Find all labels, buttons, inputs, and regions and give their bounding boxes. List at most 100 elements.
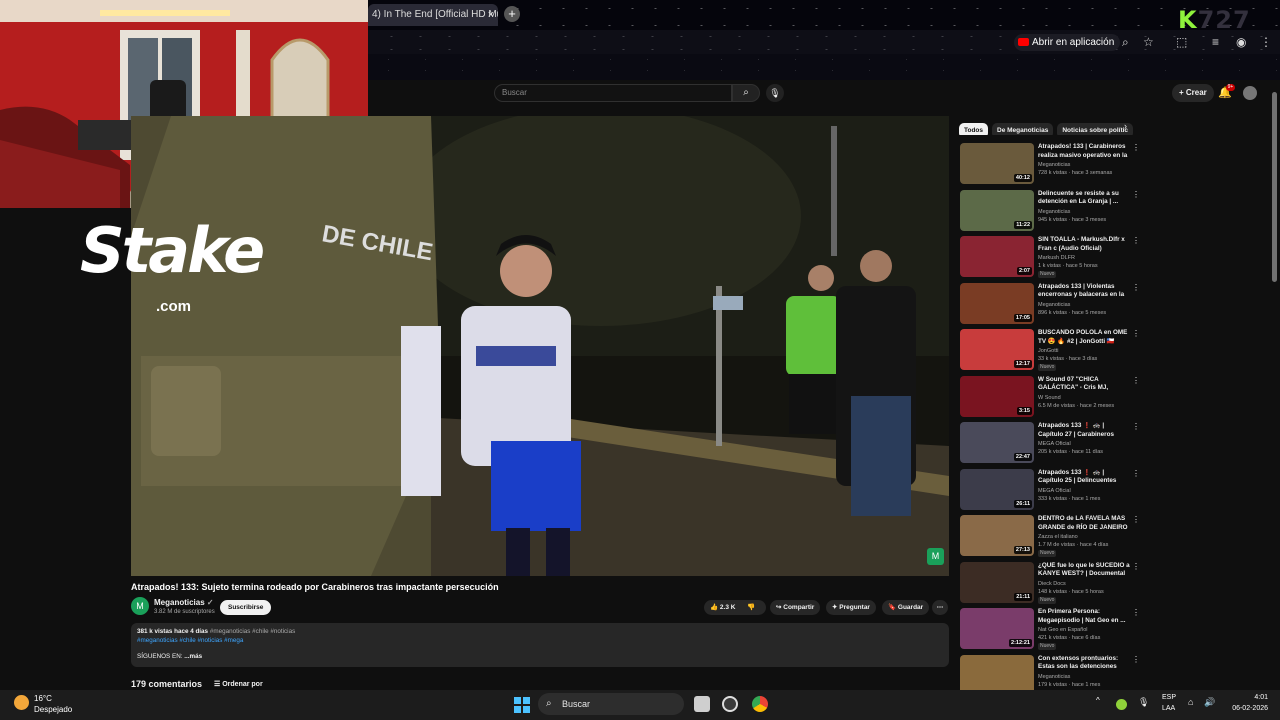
more-actions-icon[interactable]: ⋯: [932, 600, 948, 615]
bookmark-star-icon[interactable]: ☆: [1143, 35, 1154, 49]
browser-tab[interactable]: 4) In The End [Official HD Mu ×: [368, 4, 498, 26]
recommended-video[interactable]: 3:15 W Sound 07 "CHICA GALÁCTICA" - Cris …: [960, 375, 1145, 420]
recommended-channel[interactable]: MEGA Oficial: [1038, 441, 1071, 447]
chip-all[interactable]: Todos: [959, 123, 989, 135]
volume-icon[interactable]: 🔊: [1204, 697, 1215, 708]
recommended-title[interactable]: Atrapados 133 ❗ 🚓 | Capítulo 27 | Carabi…: [1038, 422, 1130, 439]
recommended-title[interactable]: Delincuente se resiste a su detención en…: [1038, 190, 1130, 207]
more-options-icon[interactable]: ⋮: [1132, 469, 1140, 478]
video-thumbnail[interactable]: 26:11: [960, 468, 1034, 510]
voice-search-icon[interactable]: 🎙: [766, 84, 784, 102]
video-thumbnail[interactable]: 2:07: [960, 236, 1034, 277]
taskbar-clock[interactable]: 4:01: [1224, 694, 1268, 701]
recommended-title[interactable]: BUSCANDO POLOLA en OME TV 😍 🔥 #2 | JonGo…: [1038, 329, 1130, 346]
video-thumbnail[interactable]: 21:11: [960, 561, 1034, 603]
weather-condition[interactable]: Despejado: [34, 705, 72, 714]
recommended-channel[interactable]: Meganoticias: [1038, 162, 1070, 168]
video-thumbnail[interactable]: 27:13: [960, 515, 1034, 556]
recommended-channel[interactable]: W Sound: [1038, 395, 1061, 401]
more-options-icon[interactable]: ⋮: [1132, 190, 1140, 199]
recommended-video[interactable]: 2:12:21 En Primera Persona: Megaepisodio …: [960, 608, 1145, 652]
avatar[interactable]: [1243, 86, 1257, 100]
open-in-app-button[interactable]: Abrir en aplicación: [1014, 34, 1121, 51]
share-button[interactable]: ↪ Compartir: [770, 600, 821, 615]
recommended-channel[interactable]: Meganoticias: [1038, 302, 1070, 308]
video-thumbnail[interactable]: 22:47: [960, 422, 1034, 463]
browser-menu-icon[interactable]: ⋮: [1260, 35, 1272, 49]
profile-icon[interactable]: ◉: [1236, 35, 1246, 49]
recommended-channel[interactable]: Markush DLFR: [1038, 255, 1075, 261]
sort-comments-button[interactable]: ☰ Ordenar por: [214, 680, 263, 688]
recommended-video[interactable]: 21:11 ¿QUÉ fue lo que le SUCEDIÓ a KANYE …: [960, 561, 1145, 606]
tab-close-icon[interactable]: ×: [488, 4, 494, 26]
like-dislike-button[interactable]: 👍 2.3 K 👎: [704, 600, 766, 615]
more-options-icon[interactable]: ⋮: [1132, 376, 1140, 385]
more-options-icon[interactable]: ⋮: [1132, 562, 1140, 571]
recommended-channel[interactable]: Zazza el italiano: [1038, 534, 1078, 540]
recommended-video[interactable]: 11:22 Delincuente se resiste a su detenci…: [960, 189, 1145, 234]
recommended-title[interactable]: Atrapados 133 | Violentas encerronas y b…: [1038, 283, 1130, 300]
save-button[interactable]: 🔖 Guardar: [882, 600, 930, 615]
recommended-video[interactable]: 26:11 Atrapados 133 ❗ 🚓 | Capítulo 25 | D…: [960, 468, 1145, 513]
show-more-link[interactable]: ...más: [184, 653, 202, 660]
video-description[interactable]: 381 k vistas hace 4 días #meganoticias #…: [131, 623, 949, 667]
more-options-icon[interactable]: ⋮: [1132, 655, 1140, 664]
channel-name[interactable]: Meganoticias ✓: [154, 598, 214, 607]
recommended-video[interactable]: 17:05 Atrapados 133 | Violentas encerrona…: [960, 282, 1145, 327]
channel-avatar[interactable]: M: [131, 597, 149, 615]
recommended-video[interactable]: 40:12 Atrapados! 133 | Carabineros realiz…: [960, 143, 1145, 187]
recommended-title[interactable]: Con extensos prontuarios: Estas son las …: [1038, 655, 1130, 672]
create-button[interactable]: + Crear: [1172, 84, 1214, 102]
more-options-icon[interactable]: ⋮: [1132, 143, 1140, 152]
video-thumbnail[interactable]: 3:15: [960, 375, 1034, 417]
subscribe-button[interactable]: Suscribirse: [220, 600, 272, 615]
taskbar-date[interactable]: 06-02-2026: [1224, 705, 1268, 712]
new-tab-button[interactable]: +: [504, 6, 520, 22]
network-icon[interactable]: ⌂: [1188, 697, 1193, 707]
taskbar-search[interactable]: ⌕ Buscar: [538, 693, 684, 715]
recommended-title[interactable]: Atrapados 133 ❗ 🚓 | Capítulo 25 | Delinc…: [1038, 469, 1130, 486]
task-view-icon[interactable]: [694, 696, 710, 712]
more-options-icon[interactable]: ⋮: [1132, 236, 1140, 245]
recommended-channel[interactable]: MEGA Oficial: [1038, 488, 1071, 494]
chevron-right-icon[interactable]: ›: [1124, 121, 1127, 131]
input-language[interactable]: ESP: [1162, 694, 1176, 701]
ask-button[interactable]: ✦ Preguntar: [826, 600, 876, 615]
chrome-icon[interactable]: [752, 696, 768, 712]
video-player[interactable]: DE CHILE: [131, 116, 949, 576]
video-thumbnail[interactable]: 2:12:21: [960, 608, 1034, 649]
recommended-title[interactable]: En Primera Persona: Megaepisodio | Nat G…: [1038, 608, 1130, 625]
page-scrollbar[interactable]: [1272, 92, 1277, 282]
recommended-video[interactable]: 2:07 SIN TOALLA - Markush.Dlfr x Fran c (…: [960, 236, 1145, 280]
video-thumbnail[interactable]: 40:12: [960, 143, 1034, 184]
more-options-icon[interactable]: ⋮: [1132, 283, 1140, 292]
recommended-video[interactable]: 22:47 Atrapados 133 ❗ 🚓 | Capítulo 27 | C…: [960, 422, 1145, 466]
chip-politics[interactable]: Noticias sobre polític: [1057, 123, 1134, 135]
recommended-video[interactable]: 27:13 DENTRO de LA FAVELA MÁS GRANDE de R…: [960, 515, 1145, 559]
more-options-icon[interactable]: ⋮: [1132, 329, 1140, 338]
video-thumbnail[interactable]: 12:17: [960, 329, 1034, 370]
tray-app-icon[interactable]: [1116, 699, 1127, 710]
chip-meganoticias[interactable]: De Meganoticias: [992, 123, 1054, 135]
microphone-icon[interactable]: 🎙: [1138, 697, 1149, 708]
tray-overflow-icon[interactable]: ^: [1096, 696, 1100, 705]
recommended-channel[interactable]: Nat Geo en Español: [1038, 627, 1088, 633]
recommended-channel[interactable]: Meganoticias: [1038, 209, 1070, 215]
video-thumbnail[interactable]: 11:22: [960, 189, 1034, 231]
more-options-icon[interactable]: ⋮: [1132, 608, 1140, 617]
recommended-channel[interactable]: Meganoticias: [1038, 674, 1070, 680]
recommended-channel[interactable]: Dieck Docs: [1038, 581, 1066, 587]
recommended-title[interactable]: Atrapados! 133 | Carabineros realiza mas…: [1038, 143, 1130, 160]
hashtags[interactable]: #meganoticias #chile #noticias #mega: [137, 636, 943, 645]
recommended-title[interactable]: ¿QUÉ fue lo que le SUCEDIÓ a KANYE WEST?…: [1038, 562, 1130, 579]
video-thumbnail[interactable]: 17:05: [960, 282, 1034, 324]
recommended-title[interactable]: W Sound 07 "CHICA GALÁCTICA" - Cris MJ, …: [1038, 376, 1130, 393]
extensions-icon[interactable]: ⬚: [1176, 35, 1187, 49]
weather-temperature[interactable]: 16°C: [34, 694, 52, 703]
recommended-title[interactable]: SIN TOALLA - Markush.Dlfr x Fran c (Audi…: [1038, 236, 1130, 253]
recommended-video[interactable]: 12:17 BUSCANDO POLOLA en OME TV 😍 🔥 #2 | …: [960, 329, 1145, 373]
windows-start-icon[interactable]: [514, 697, 530, 713]
recommended-channel[interactable]: JonGotti: [1038, 348, 1058, 354]
more-options-icon[interactable]: ⋮: [1132, 422, 1140, 431]
app-icon[interactable]: [722, 696, 738, 712]
